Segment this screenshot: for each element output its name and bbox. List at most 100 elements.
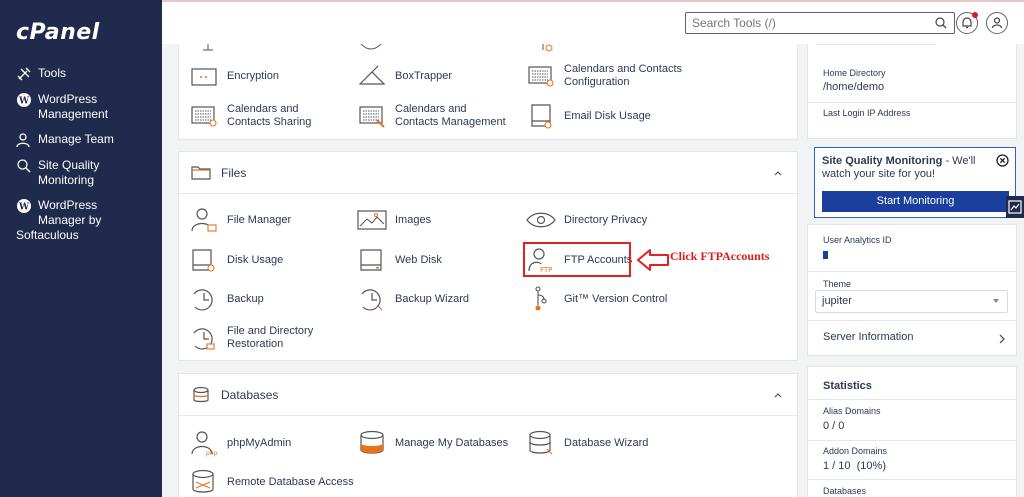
side-chart-tab[interactable] [1006, 196, 1024, 218]
top-header [162, 0, 1024, 44]
info-icon[interactable] [823, 250, 829, 259]
sidebar-nav: Tools W WordPress Management Manage Team… [0, 66, 162, 253]
svg-text:W: W [18, 203, 30, 213]
user-analytics-label: User Analytics ID [823, 235, 892, 245]
git-item[interactable]: Git™ Version Control [526, 285, 667, 313]
search-icon[interactable] [934, 16, 948, 30]
addon-domains-value: 1 / 10 (10%) [823, 460, 886, 472]
backup-item[interactable]: Backup [189, 285, 264, 313]
search-input[interactable] [686, 13, 926, 33]
divider [816, 44, 936, 45]
divider [808, 320, 1016, 321]
sidebar-item-manage-team[interactable]: Manage Team [0, 132, 162, 148]
sidebar-item-label: WordPress Management [38, 92, 109, 121]
sidebar-item-softaculous[interactable]: Softaculous [0, 228, 162, 243]
partial-icon [203, 44, 213, 51]
team-icon [16, 132, 32, 148]
cpanel-logo[interactable]: cPanel [16, 20, 100, 45]
directory-privacy-icon [526, 206, 556, 234]
user-icon [991, 17, 1003, 29]
remote-db-item[interactable]: Remote Database Access [189, 468, 354, 496]
files-panel-header[interactable]: Files [179, 152, 797, 194]
databases-title: Databases [221, 387, 279, 402]
file-manager-icon [189, 206, 219, 234]
chevron-up-icon[interactable] [773, 390, 783, 400]
partial-icon [360, 44, 382, 50]
restore-item[interactable]: File and Directory Restoration [189, 324, 317, 352]
sqm-title: Site Quality Monitoring [822, 155, 943, 167]
divider [808, 271, 1016, 272]
directory-privacy-item[interactable]: Directory Privacy [526, 206, 647, 234]
home-directory-label: Home Directory [823, 68, 886, 78]
start-monitoring-button[interactable]: Start Monitoring [822, 191, 1009, 212]
sidebar-item-label: Softaculous [16, 228, 79, 242]
file-manager-item[interactable]: File Manager [189, 206, 291, 234]
theme-value: jupiter [822, 295, 852, 307]
disk-usage-item[interactable]: Disk Usage [189, 246, 283, 274]
images-item[interactable]: Images [357, 206, 431, 234]
alias-domains-value: 0 / 0 [823, 420, 845, 432]
web-disk-icon [357, 246, 387, 274]
web-disk-item[interactable]: Web Disk [357, 246, 442, 274]
close-icon[interactable] [996, 154, 1009, 167]
git-icon [526, 285, 556, 313]
sidebar-item-wordpress-management[interactable]: W WordPress Management [0, 92, 162, 122]
database-header-icon [191, 385, 211, 405]
database-wizard-item[interactable]: Database Wizard [526, 429, 648, 457]
calendar-config-item[interactable]: Calendars and Contacts Configuration [526, 62, 684, 90]
home-directory-value: /home/demo [823, 81, 885, 93]
user-menu-button[interactable] [986, 12, 1008, 34]
encryption-icon [189, 62, 219, 90]
databases-panel-header[interactable]: Databases [179, 374, 797, 416]
arrow-left-icon [637, 249, 669, 271]
server-information-link[interactable]: Server Information [823, 331, 913, 343]
statistics-title: Statistics [823, 380, 872, 392]
theme-label: Theme [823, 279, 852, 289]
calendar-management-item[interactable]: Calendars and Contacts Management [357, 102, 510, 130]
databases-panel: Databases php phpMyAdmin Manage My Datab… [178, 373, 798, 497]
sidebar: cPanel Tools W WordPress Management Mana… [0, 0, 162, 497]
theme-select[interactable]: jupiter [815, 290, 1008, 313]
backup-wizard-item[interactable]: Backup Wizard [357, 285, 469, 313]
database-wizard-icon [526, 429, 556, 457]
wordpress-icon: W [16, 198, 32, 214]
divider [808, 102, 1016, 103]
sidebar-item-label: Site Quality Monitoring [38, 158, 100, 187]
addon-domains-label: Addon Domains [823, 446, 888, 456]
security-panel: Encryption BoxTrapper Calendars and Cont… [178, 44, 798, 140]
disk-usage-icon [189, 246, 219, 274]
callout-text: Click FTPAccounts [670, 249, 770, 263]
encryption-item[interactable]: Encryption [189, 62, 279, 90]
chevron-right-icon[interactable] [998, 333, 1006, 345]
sidebar-item-wordpress-manager[interactable]: W WordPress Manager by [0, 198, 162, 228]
chevron-up-icon[interactable] [773, 168, 783, 178]
remote-db-icon [189, 468, 219, 496]
calendar-config-icon [526, 62, 556, 90]
email-disk-item[interactable]: Email Disk Usage [526, 102, 651, 130]
site-quality-promo: Site Quality Monitoring - We'll watch yo… [814, 147, 1016, 218]
sidebar-item-label: WordPress Manager by [38, 198, 102, 227]
calendar-sharing-icon [189, 102, 219, 130]
sidebar-item-site-quality[interactable]: Site Quality Monitoring [0, 158, 162, 188]
boxtrapper-item[interactable]: BoxTrapper [357, 62, 452, 90]
divider [808, 399, 1016, 400]
sidebar-item-tools[interactable]: Tools [0, 66, 162, 82]
database-icon [357, 429, 387, 457]
calendar-sharing-item[interactable]: Calendars and Contacts Sharing [189, 102, 342, 130]
databases-stat-label: Databases [823, 486, 867, 496]
calendar-management-icon [357, 102, 387, 130]
phpmyadmin-icon: php [189, 429, 219, 457]
search-box[interactable] [685, 12, 955, 34]
manage-databases-item[interactable]: Manage My Databases [357, 429, 508, 457]
caret-down-icon [993, 299, 999, 303]
sidebar-item-label: Tools [38, 66, 67, 80]
svg-text:php: php [206, 450, 218, 457]
notification-dot [972, 12, 978, 18]
ftp-highlight-box [523, 242, 631, 277]
notifications-button[interactable] [956, 12, 978, 34]
chart-icon [1008, 200, 1022, 214]
email-disk-icon [526, 102, 556, 130]
divider [808, 479, 1016, 480]
phpmyadmin-item[interactable]: php phpMyAdmin [189, 429, 291, 457]
divider [808, 440, 1016, 441]
